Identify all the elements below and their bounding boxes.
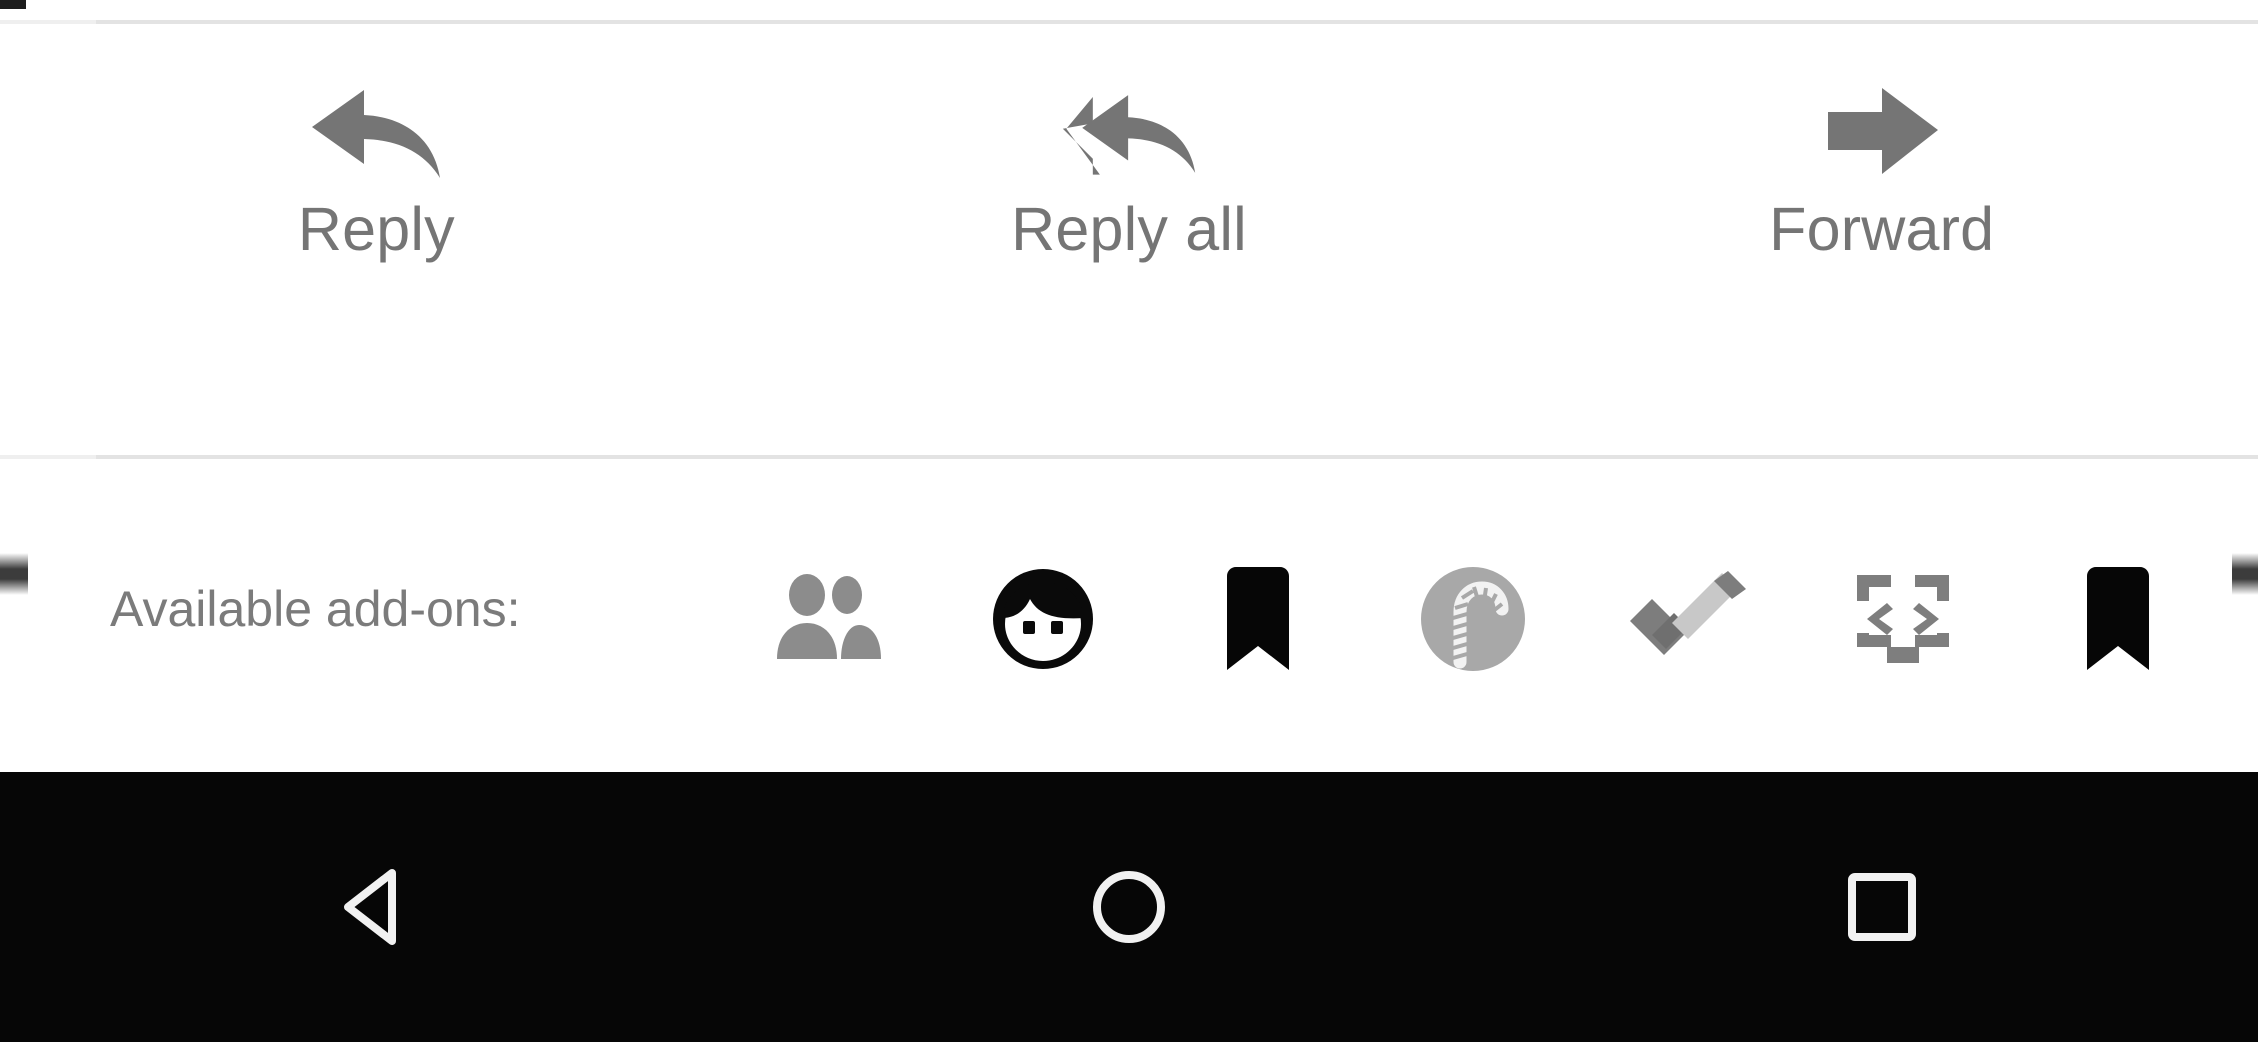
email-message-footer-screen: Reply Reply all Forward Available add-on… [0,0,2258,1042]
reply-action-bar: Reply Reply all Forward [0,24,2258,455]
forward-button-label: Forward [1769,195,1995,263]
home-circle-icon [1081,859,1177,955]
candy-cane-circle-icon [1418,564,1528,674]
code-brackets-icon [1847,567,1959,671]
reply-all-button[interactable]: Reply all [753,24,1506,455]
reply-all-button-label: Reply all [1011,195,1247,263]
reply-all-icon [1054,79,1204,189]
reply-button[interactable]: Reply [0,24,753,455]
reply-button-label: Reply [297,195,455,263]
scroll-nub-top-left [0,0,26,9]
addon-bookmark-1[interactable] [1150,549,1365,689]
checkmark-icon [1626,571,1750,667]
addon-face[interactable] [935,549,1150,689]
addon-candy-cane[interactable] [1365,549,1580,689]
android-navigation-bar [0,772,2258,1042]
reply-icon [301,79,451,189]
available-addons-label: Available add-ons: [110,581,521,637]
addon-people[interactable] [720,549,935,689]
forward-icon [1807,79,1957,189]
nav-home-button[interactable] [753,772,1506,1042]
addon-code-brackets[interactable] [1795,549,2010,689]
face-icon [990,566,1096,672]
people-icon [769,573,887,665]
nav-back-button[interactable] [0,772,753,1042]
addons-icon-list[interactable] [720,549,2225,689]
scroll-edge-left-icon [0,553,28,595]
addon-checkmark[interactable] [1580,549,1795,689]
recents-square-icon [1834,859,1930,955]
back-triangle-icon [328,859,424,955]
nav-recents-button[interactable] [1505,772,2258,1042]
forward-button[interactable]: Forward [1505,24,2258,455]
scroll-edge-right-icon [2232,553,2258,595]
bookmark-icon [2079,566,2157,672]
bookmark-icon [1219,566,1297,672]
addon-bookmark-2[interactable] [2010,549,2225,689]
